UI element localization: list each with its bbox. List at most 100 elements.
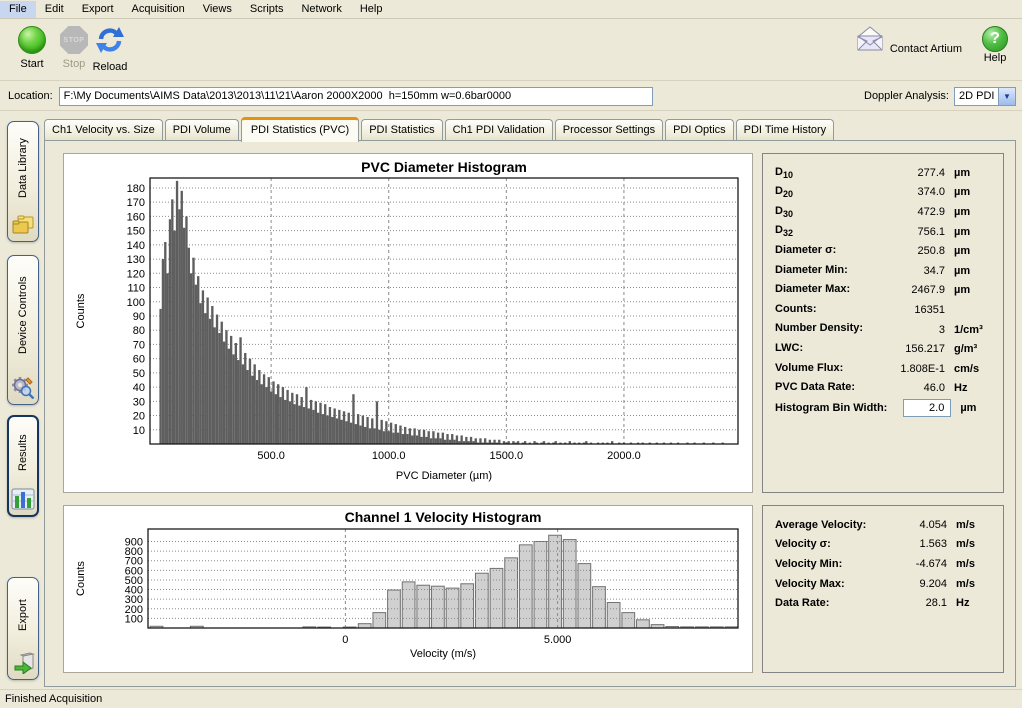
- histogram-bin-width-row: Histogram Bin Width: µm: [775, 398, 991, 418]
- menu-export[interactable]: Export: [73, 1, 123, 18]
- svg-text:40: 40: [133, 382, 145, 394]
- location-input[interactable]: [59, 87, 653, 106]
- histogram-bin-width-input[interactable]: [903, 399, 951, 417]
- svg-text:70: 70: [133, 339, 145, 351]
- svg-text:90: 90: [133, 311, 145, 323]
- svg-text:Velocity (m/s): Velocity (m/s): [410, 648, 476, 660]
- tab-processor-settings[interactable]: Processor Settings: [555, 119, 663, 140]
- svg-text:1500.0: 1500.0: [489, 450, 523, 462]
- stat-row: D20374.0µm: [775, 183, 991, 203]
- tab-pdi-statistics[interactable]: PDI Statistics: [361, 119, 442, 140]
- svg-text:Counts: Counts: [75, 293, 87, 328]
- svg-text:100: 100: [127, 297, 145, 309]
- doppler-analysis-label: Doppler Analysis:: [864, 90, 949, 102]
- svg-text:900: 900: [125, 536, 143, 548]
- svg-text:120: 120: [127, 268, 145, 280]
- location-label: Location:: [8, 90, 53, 102]
- doppler-analysis-group: Doppler Analysis: 2D PDI ▼: [864, 87, 1016, 106]
- svg-text:5.000: 5.000: [544, 634, 572, 646]
- menu-bar: File Edit Export Acquisition Views Scrip…: [0, 0, 1022, 19]
- doppler-analysis-select[interactable]: 2D PDI ▼: [954, 87, 1016, 106]
- stat-row: D32756.1µm: [775, 222, 991, 242]
- pvc-statistics-panel: D10277.4µm D20374.0µm D30472.9µm D32756.…: [762, 153, 1004, 493]
- stat-row: Volume Flux:1.808E-1cm/s: [775, 359, 991, 379]
- gear-magnifier-icon: [11, 375, 35, 399]
- chevron-down-icon: ▼: [998, 88, 1015, 105]
- help-button[interactable]: ? Help: [982, 26, 1008, 64]
- svg-text:180: 180: [127, 183, 145, 195]
- stat-row: PVC Data Rate:46.0Hz: [775, 379, 991, 399]
- svg-text:2000.0: 2000.0: [607, 450, 641, 462]
- menu-acquisition[interactable]: Acquisition: [123, 1, 194, 18]
- menu-help[interactable]: Help: [351, 1, 392, 18]
- stat-row: Counts:16351: [775, 300, 991, 320]
- svg-text:1000.0: 1000.0: [372, 450, 406, 462]
- stat-row: Data Rate:28.1Hz: [775, 593, 991, 613]
- stat-row: D10277.4µm: [775, 163, 991, 183]
- stat-row: Velocity σ:1.563m/s: [775, 535, 991, 555]
- svg-text:170: 170: [127, 197, 145, 209]
- tab-pdi-optics[interactable]: PDI Optics: [665, 119, 734, 140]
- stat-row: Diameter Min:34.7µm: [775, 261, 991, 281]
- start-icon: [18, 26, 46, 54]
- doppler-analysis-value: 2D PDI: [955, 90, 998, 102]
- sidebar-item-device-controls[interactable]: Device Controls: [7, 255, 39, 405]
- svg-text:160: 160: [127, 211, 145, 223]
- contact-artium-button[interactable]: Contact Artium: [853, 26, 962, 64]
- results-chart-icon: [11, 488, 35, 510]
- pvc-diameter-histogram-chart: 10 20 30 40 50 60 70 80 90 100 110 120 130 140 150 160 1…: [64, 154, 752, 492]
- tab-ch1-velocity-vs-size[interactable]: Ch1 Velocity vs. Size: [44, 119, 163, 140]
- menu-network[interactable]: Network: [292, 1, 350, 18]
- svg-text:110: 110: [127, 283, 145, 295]
- folders-icon: [11, 214, 35, 236]
- svg-text:50: 50: [133, 368, 145, 380]
- stat-row: Velocity Min:-4.674m/s: [775, 554, 991, 574]
- svg-text:10: 10: [133, 425, 145, 437]
- svg-text:130: 130: [127, 254, 145, 266]
- sidebar-item-data-library[interactable]: Data Library: [7, 121, 39, 242]
- velocity-histogram-panel: 10020030040050060070080090005.000Channel…: [63, 505, 753, 673]
- stat-row: Number Density:31/cm³: [775, 320, 991, 340]
- help-label: Help: [984, 52, 1007, 64]
- menu-file[interactable]: File: [0, 1, 36, 18]
- velocity-histogram-chart: 10020030040050060070080090005.000Channel…: [64, 506, 752, 672]
- menu-scripts[interactable]: Scripts: [241, 1, 293, 18]
- svg-text:Counts: Counts: [75, 561, 87, 596]
- svg-text:0: 0: [342, 634, 348, 646]
- sidebar-item-export[interactable]: Export: [7, 577, 39, 680]
- app-window: { "menu": { "items": ["File","Edit","Exp…: [0, 0, 1022, 708]
- velocity-statistics-panel: Average Velocity:4.054m/s Velocity σ:1.5…: [762, 505, 1004, 673]
- location-bar: Location: Doppler Analysis: 2D PDI ▼: [0, 82, 1022, 111]
- reload-label: Reload: [84, 61, 136, 73]
- tab-bar: Ch1 Velocity vs. Size PDI Volume PDI Sta…: [44, 117, 834, 141]
- tab-page-pdi-statistics-pvc: 10 20 30 40 50 60 70 80 90 100 110 120 130 140 150 160 1…: [44, 140, 1016, 687]
- svg-text:140: 140: [127, 240, 145, 252]
- svg-text:30: 30: [133, 396, 145, 408]
- tab-ch1-pdi-validation[interactable]: Ch1 PDI Validation: [445, 119, 553, 140]
- svg-text:500.0: 500.0: [257, 450, 285, 462]
- status-bar: Finished Acquisition: [0, 689, 1022, 708]
- menu-views[interactable]: Views: [194, 1, 241, 18]
- contact-artium-label: Contact Artium: [890, 43, 962, 55]
- status-text: Finished Acquisition: [5, 693, 102, 705]
- menu-edit[interactable]: Edit: [36, 1, 73, 18]
- sidebar-item-results[interactable]: Results: [7, 415, 39, 517]
- svg-text:80: 80: [133, 325, 145, 337]
- tab-pdi-time-history[interactable]: PDI Time History: [736, 119, 835, 140]
- pvc-diameter-histogram-panel: 10 20 30 40 50 60 70 80 90 100 110 120 130 140 150 160 1…: [63, 153, 753, 493]
- reload-button[interactable]: Reload: [84, 26, 136, 73]
- stat-row: Diameter Max:2467.9µm: [775, 281, 991, 301]
- svg-text:150: 150: [127, 226, 145, 238]
- stat-row: LWC:156.217g/m³: [775, 339, 991, 359]
- tab-pdi-statistics-pvc[interactable]: PDI Statistics (PVC): [241, 117, 359, 142]
- reload-icon: [95, 26, 125, 54]
- stat-row: Diameter σ:250.8µm: [775, 241, 991, 261]
- svg-text:20: 20: [133, 411, 145, 423]
- svg-text:PVC Diameter Histogram: PVC Diameter Histogram: [361, 159, 527, 175]
- svg-text:Channel 1 Velocity Histogram: Channel 1 Velocity Histogram: [345, 509, 542, 525]
- stat-row: Average Velocity:4.054m/s: [775, 515, 991, 535]
- svg-text:60: 60: [133, 354, 145, 366]
- svg-text:PVC Diameter (µm): PVC Diameter (µm): [396, 470, 492, 482]
- toolbar-right: Contact Artium ? Help: [853, 26, 1008, 64]
- tab-pdi-volume[interactable]: PDI Volume: [165, 119, 239, 140]
